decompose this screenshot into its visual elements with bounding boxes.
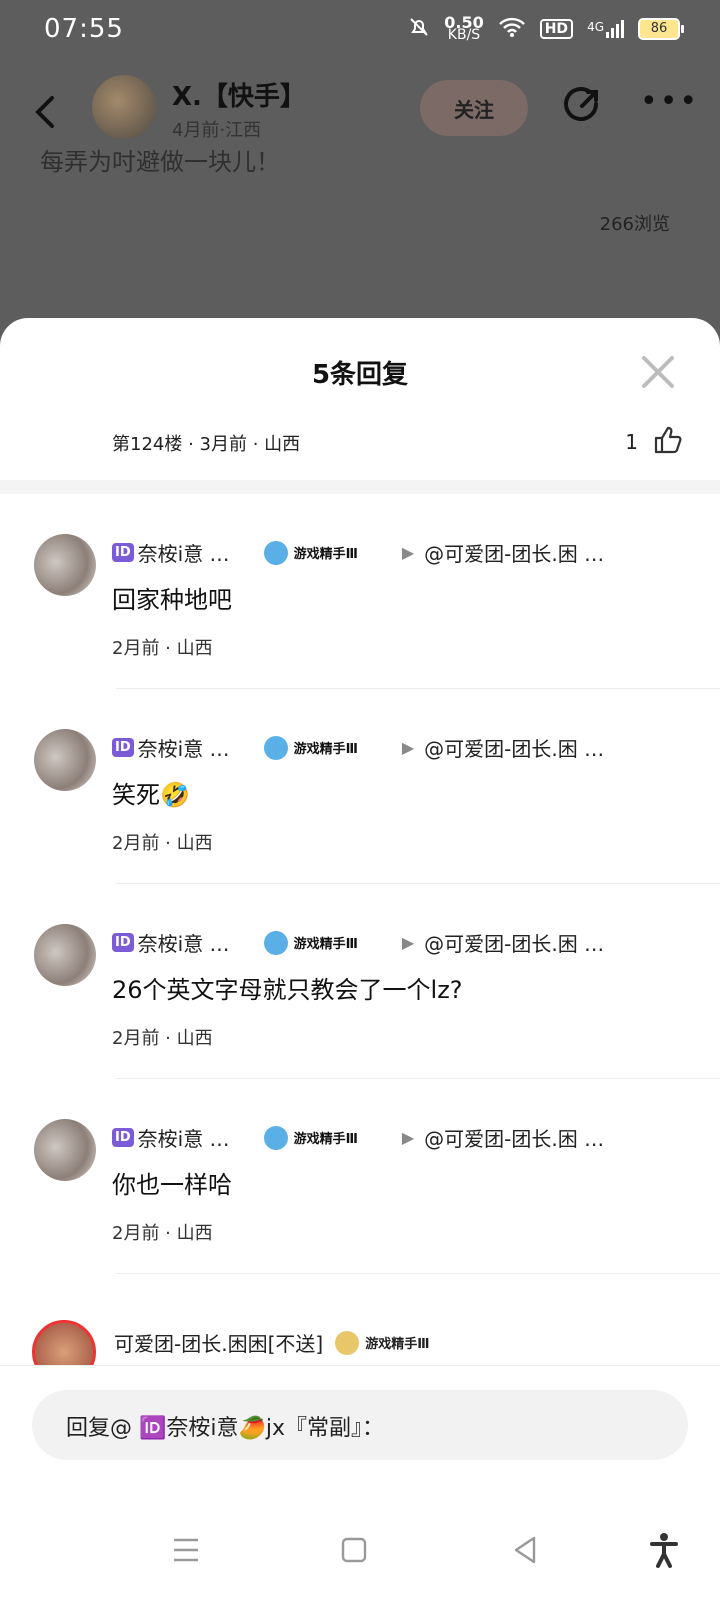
avatar[interactable] (34, 534, 96, 596)
reply-author[interactable]: 奈桉i意 … (138, 538, 230, 567)
signal-icon: 4G (587, 20, 624, 38)
hd-indicator: HD (539, 19, 574, 39)
share-button[interactable] (560, 84, 604, 128)
reply-item[interactable]: ID 奈桉i意 … 游戏精手Ⅲ ▶ @可爱团-团长.困 … 笑死🤣 2月前 · … (0, 689, 720, 884)
square-home-icon (341, 1537, 367, 1563)
reply-author[interactable]: 奈桉i意 … (138, 1123, 230, 1152)
author-avatar[interactable] (92, 75, 156, 139)
game-badge: 游戏精手Ⅲ (263, 930, 358, 955)
thumbs-up-icon[interactable] (652, 424, 684, 456)
like-count: 1 (625, 430, 638, 454)
reply-header: ID 奈桉i意 … 游戏精手Ⅲ ▶ @可爱团-团长.困 … (112, 928, 604, 957)
system-nav-bar (0, 1500, 720, 1600)
author-meta: 4月前·江西 (172, 120, 262, 141)
reply-content: 你也一样哈 (112, 1171, 232, 1199)
avatar[interactable] (34, 1119, 96, 1181)
more-dots-icon: ••• (640, 84, 700, 119)
gem-icon (263, 735, 288, 760)
follow-button[interactable]: 关注 (420, 80, 528, 136)
id-badge: ID (112, 933, 134, 952)
reply-arrow-icon: ▶ (401, 1128, 415, 1147)
game-badge: 游戏精手Ⅲ (263, 1125, 358, 1150)
id-badge: ID (112, 543, 134, 562)
reply-meta: 2月前 · 山西 (112, 638, 213, 659)
reply-header: 可爱团-团长.困困[不送] 游戏精手Ⅲ (114, 1328, 429, 1357)
net-speed: 0.50 KB/S (444, 13, 484, 43)
clock: 07:55 (44, 14, 124, 44)
gem-icon (263, 540, 288, 565)
chevron-left-icon (35, 96, 54, 128)
back-nav-button[interactable] (506, 1530, 546, 1570)
section-divider (0, 480, 720, 494)
divider (116, 1273, 720, 1274)
menu-nav-button[interactable] (166, 1530, 206, 1570)
mention-target[interactable]: @可爱团-团长.困 … (424, 1123, 604, 1152)
gem-icon (335, 1330, 360, 1355)
mention-target[interactable]: @可爱团-团长.困 … (424, 538, 604, 567)
close-button[interactable] (640, 354, 676, 390)
reply-author[interactable]: 可爱团-团长.困困[不送] (114, 1328, 323, 1357)
reply-item[interactable]: ID 奈桉i意 … 游戏精手Ⅲ ▶ @可爱团-团长.困 … 26个英文字母就只教… (0, 884, 720, 1079)
reply-content: 26个英文字母就只教会了一个lz? (112, 976, 463, 1004)
avatar[interactable] (34, 729, 96, 791)
status-icons: 0.50 KB/S HD 4G 86 (408, 13, 684, 43)
gem-icon (263, 930, 288, 955)
author-name[interactable]: X.【快手】 (172, 76, 306, 113)
gem-icon (263, 1125, 288, 1150)
status-bar: 07:55 0.50 KB/S HD 4G 86 (0, 0, 720, 64)
reply-meta: 2月前 · 山西 (112, 833, 213, 854)
reply-meta: 2月前 · 山西 (112, 1028, 213, 1049)
game-badge: 游戏精手Ⅲ (263, 540, 358, 565)
reply-arrow-icon: ▶ (401, 933, 415, 952)
mute-icon (408, 16, 430, 42)
reply-header: ID 奈桉i意 … 游戏精手Ⅲ ▶ @可爱团-团长.困 … (112, 1123, 604, 1152)
wifi-icon (498, 16, 526, 42)
battery-icon: 86 (638, 18, 684, 40)
mention-target[interactable]: @可爱团-团长.困 … (424, 928, 604, 957)
reply-content: 回家种地吧 (112, 586, 232, 614)
post-text-fragment: 每弄为吋避做一块儿！ (40, 148, 280, 176)
id-badge: ID (112, 738, 134, 757)
triangle-back-icon (514, 1536, 536, 1564)
close-icon (642, 356, 674, 388)
home-nav-button[interactable] (334, 1530, 374, 1570)
game-badge: 游戏精手Ⅲ (263, 735, 358, 760)
reply-content: 笑死🤣 (112, 781, 190, 809)
more-options-button[interactable]: ••• (640, 87, 697, 118)
reply-arrow-icon: ▶ (401, 738, 415, 757)
reply-meta: 2月前 · 山西 (112, 1223, 213, 1244)
view-count: 266浏览 (599, 214, 670, 235)
back-button[interactable] (30, 92, 60, 132)
reply-item[interactable]: ID 奈桉i意 … 游戏精手Ⅲ ▶ @可爱团-团长.困 … 回家种地吧 2月前 … (0, 494, 720, 689)
menu-icon (174, 1538, 198, 1562)
game-badge: 游戏精手Ⅲ (365, 1337, 430, 1352)
post-header: X.【快手】 4月前·江西 关注 ••• (0, 70, 720, 150)
avatar[interactable] (34, 924, 96, 986)
reply-header: ID 奈桉i意 … 游戏精手Ⅲ ▶ @可爱团-团长.困 … (112, 538, 604, 567)
reply-input-placeholder: 回复@ 🆔奈桉i意🥭jx『常副』： (66, 1416, 385, 1441)
accessibility-button[interactable] (644, 1530, 684, 1570)
share-icon (564, 87, 598, 121)
mention-target[interactable]: @可爱团-团长.困 … (424, 733, 604, 762)
reply-author[interactable]: 奈桉i意 … (138, 733, 230, 762)
reply-input[interactable]: 回复@ 🆔奈桉i意🥭jx『常副』： (32, 1390, 688, 1460)
floor-info: 第124楼 · 3月前 · 山西 (112, 434, 301, 455)
accessibility-icon (650, 1533, 678, 1568)
reply-item[interactable]: ID 奈桉i意 … 游戏精手Ⅲ ▶ @可爱团-团长.困 … 你也一样哈 2月前 … (0, 1079, 720, 1274)
reply-header: ID 奈桉i意 … 游戏精手Ⅲ ▶ @可爱团-团长.困 … (112, 733, 604, 762)
reply-author[interactable]: 奈桉i意 … (138, 928, 230, 957)
id-badge: ID (112, 1128, 134, 1147)
sheet-title: 5条回复 (311, 360, 409, 390)
reply-arrow-icon: ▶ (401, 543, 415, 562)
